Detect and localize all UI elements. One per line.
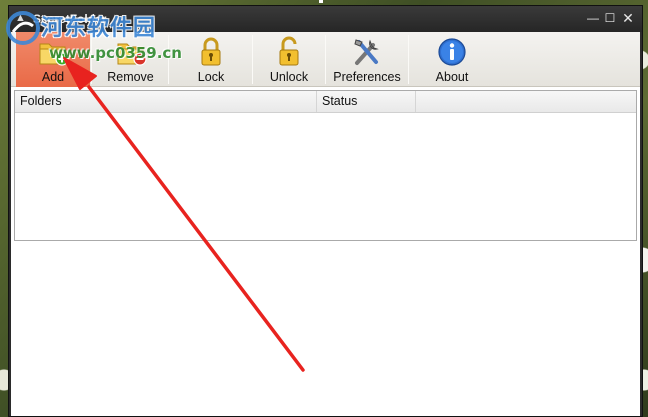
toolbar-separator [408,35,409,84]
lock-icon [201,37,221,66]
toolbar-separator [325,35,326,84]
list-header: Folders Status [15,91,636,113]
add-button-label: Add [41,70,65,84]
details-panel [11,244,640,416]
lock-button[interactable]: Lock [170,32,252,87]
remove-button-label: Remove [107,70,154,84]
toolbar-separator [252,35,253,84]
app-icon: ▲ [15,12,26,24]
add-folder-icon [39,43,69,66]
toolbar: Add Remove Lock Unlock Preferences About [11,32,640,87]
client-area: Add Remove Lock Unlock Preferences About… [11,32,640,416]
column-header-folders[interactable]: Folders [15,91,317,112]
unlock-icon [279,36,299,66]
toolbar-separator [91,35,92,84]
window-title: SecretFolder [33,12,107,26]
lock-button-label: Lock [197,70,225,84]
remove-folder-icon [117,43,147,66]
app-window: ▲ SecretFolder — ☐ ✕ Add Remove Lock Unl… [8,5,643,417]
add-button[interactable]: Add [16,32,90,87]
tools-icon [354,39,379,65]
maximize-button[interactable]: ☐ [603,11,617,25]
desktop-artifact [319,0,323,3]
minimize-button[interactable]: — [586,11,600,25]
about-button[interactable]: About [410,32,494,87]
preferences-button[interactable]: Preferences [327,32,407,87]
about-button-label: About [435,70,469,84]
preferences-button-label: Preferences [333,70,401,84]
close-button[interactable]: ✕ [621,11,635,25]
folder-list[interactable]: Folders Status [14,90,637,241]
column-header-status[interactable]: Status [317,91,416,112]
unlock-button[interactable]: Unlock [254,32,324,87]
unlock-button-label: Unlock [269,70,309,84]
info-icon [438,38,466,66]
remove-button[interactable]: Remove [93,32,168,87]
toolbar-separator [168,35,169,84]
title-bar[interactable]: ▲ SecretFolder — ☐ ✕ [9,6,642,32]
